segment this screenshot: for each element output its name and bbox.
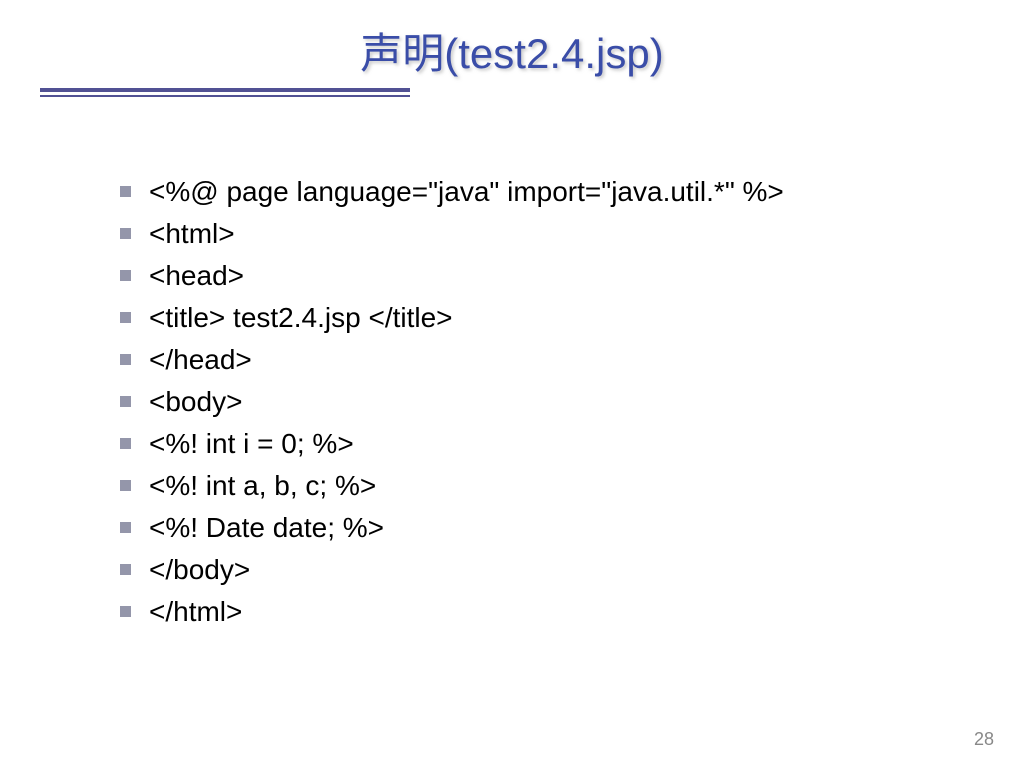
bullet-icon xyxy=(120,438,131,449)
bullet-icon xyxy=(120,564,131,575)
bullet-icon xyxy=(120,480,131,491)
title-underline xyxy=(40,88,410,97)
bullet-icon xyxy=(120,312,131,323)
page-number: 28 xyxy=(974,729,994,750)
bullet-icon xyxy=(120,186,131,197)
code-line: <body> xyxy=(120,381,1024,423)
code-text: <title> test2.4.jsp </title> xyxy=(149,302,453,333)
title-container: 声明(test2.4.jsp) xyxy=(0,20,1024,81)
underline-thick xyxy=(40,88,410,92)
code-text: </body> xyxy=(149,554,250,585)
code-text: <head> xyxy=(149,260,244,291)
code-line: <title> test2.4.jsp </title> xyxy=(120,297,1024,339)
bullet-icon xyxy=(120,270,131,281)
code-text: <body> xyxy=(149,386,242,417)
code-text: <%@ page language="java" import="java.ut… xyxy=(149,176,784,207)
underline-thin xyxy=(40,95,410,97)
code-text: <html> xyxy=(149,218,235,249)
bullet-icon xyxy=(120,522,131,533)
bullet-icon xyxy=(120,354,131,365)
code-line: <%! Date date; %> xyxy=(120,507,1024,549)
bullet-icon xyxy=(120,606,131,617)
code-text: </head> xyxy=(149,344,252,375)
content-area: <%@ page language="java" import="java.ut… xyxy=(0,111,1024,633)
slide-title: 声明(test2.4.jsp) xyxy=(360,20,663,81)
code-text: <%! int a, b, c; %> xyxy=(149,470,376,501)
code-text: <%! int i = 0; %> xyxy=(149,428,354,459)
code-line: <html> xyxy=(120,213,1024,255)
code-text: <%! Date date; %> xyxy=(149,512,384,543)
code-line: <%! int i = 0; %> xyxy=(120,423,1024,465)
code-line: </head> xyxy=(120,339,1024,381)
code-line: <%! int a, b, c; %> xyxy=(120,465,1024,507)
bullet-icon xyxy=(120,228,131,239)
code-line: </body> xyxy=(120,549,1024,591)
code-line: </html> xyxy=(120,591,1024,633)
bullet-icon xyxy=(120,396,131,407)
code-line: <head> xyxy=(120,255,1024,297)
slide-container: 声明(test2.4.jsp) <%@ page language="java"… xyxy=(0,0,1024,768)
code-line: <%@ page language="java" import="java.ut… xyxy=(120,171,1024,213)
code-text: </html> xyxy=(149,596,242,627)
